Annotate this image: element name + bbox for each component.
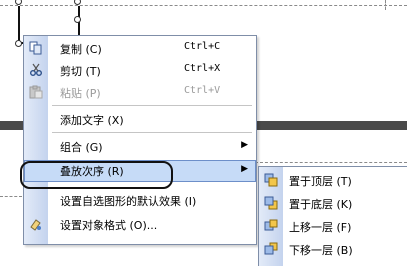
guide-line — [255, 162, 407, 163]
menu-item-shortcut: Ctrl+C — [184, 41, 221, 52]
context-menu: 复制 (C) Ctrl+C 剪切 (T) Ctrl+X 粘贴 (P) Ctrl+… — [23, 35, 257, 245]
menu-item-copy[interactable]: 复制 (C) Ctrl+C — [24, 38, 256, 60]
menu-item-shortcut: Ctrl+V — [184, 85, 221, 96]
order-submenu: 置于顶层 (T) 置于底层 (K) 上移一层 (F) 下移一层 (B) — [258, 166, 407, 266]
menu-item-label: 复制 (C) — [60, 43, 102, 56]
submenu-item-send-backward[interactable]: 下移一层 (B) — [259, 239, 407, 261]
paste-icon — [29, 85, 43, 99]
menu-item-paste[interactable]: 粘贴 (P) Ctrl+V — [24, 82, 256, 104]
submenu-arrow-icon: ▶ — [241, 140, 248, 150]
guide-line — [385, 0, 386, 10]
menu-item-add-text[interactable]: 添加文字 (X) — [24, 109, 256, 131]
submenu-item-bring-to-front[interactable]: 置于顶层 (T) — [259, 170, 407, 192]
copy-icon — [29, 41, 43, 55]
menu-item-label: 剪切 (T) — [60, 65, 101, 78]
submenu-item-bring-forward[interactable]: 上移一层 (F) — [259, 216, 407, 238]
submenu-arrow-icon: ▶ — [241, 164, 248, 174]
bring-to-front-icon — [264, 173, 278, 187]
resize-handle[interactable] — [74, 16, 81, 23]
menu-separator — [52, 132, 252, 133]
menu-item-label: 上移一层 (F) — [289, 221, 352, 234]
format-icon — [29, 217, 43, 231]
scissors-icon — [29, 63, 43, 77]
bring-forward-icon — [264, 219, 278, 233]
menu-item-label: 置于底层 (K) — [289, 198, 353, 211]
menu-item-label: 设置自选图形的默认效果 (I) — [60, 195, 197, 208]
menu-separator — [52, 105, 252, 106]
menu-item-label: 置于顶层 (T) — [289, 175, 352, 188]
send-backward-icon — [264, 242, 278, 256]
send-to-back-icon — [264, 196, 278, 210]
resize-handle[interactable] — [15, 40, 22, 47]
menu-item-cut[interactable]: 剪切 (T) Ctrl+X — [24, 60, 256, 82]
menu-item-format-object[interactable]: 设置对象格式 (O)... — [24, 214, 256, 236]
menu-item-label: 组合 (G) — [60, 141, 103, 154]
guide-line — [0, 196, 22, 197]
submenu-item-send-to-back[interactable]: 置于底层 (K) — [259, 193, 407, 215]
menu-item-label: 添加文字 (X) — [60, 114, 124, 127]
menu-item-group[interactable]: 组合 (G) ▶ — [24, 136, 256, 158]
menu-item-label: 粘贴 (P) — [60, 87, 101, 100]
menu-item-default-effect[interactable]: 设置自选图形的默认效果 (I) — [24, 190, 256, 212]
highlight-oval — [20, 161, 173, 189]
menu-item-label: 设置对象格式 (O)... — [60, 219, 158, 232]
menu-item-shortcut: Ctrl+X — [184, 63, 221, 74]
menu-item-label: 下移一层 (B) — [289, 244, 353, 257]
